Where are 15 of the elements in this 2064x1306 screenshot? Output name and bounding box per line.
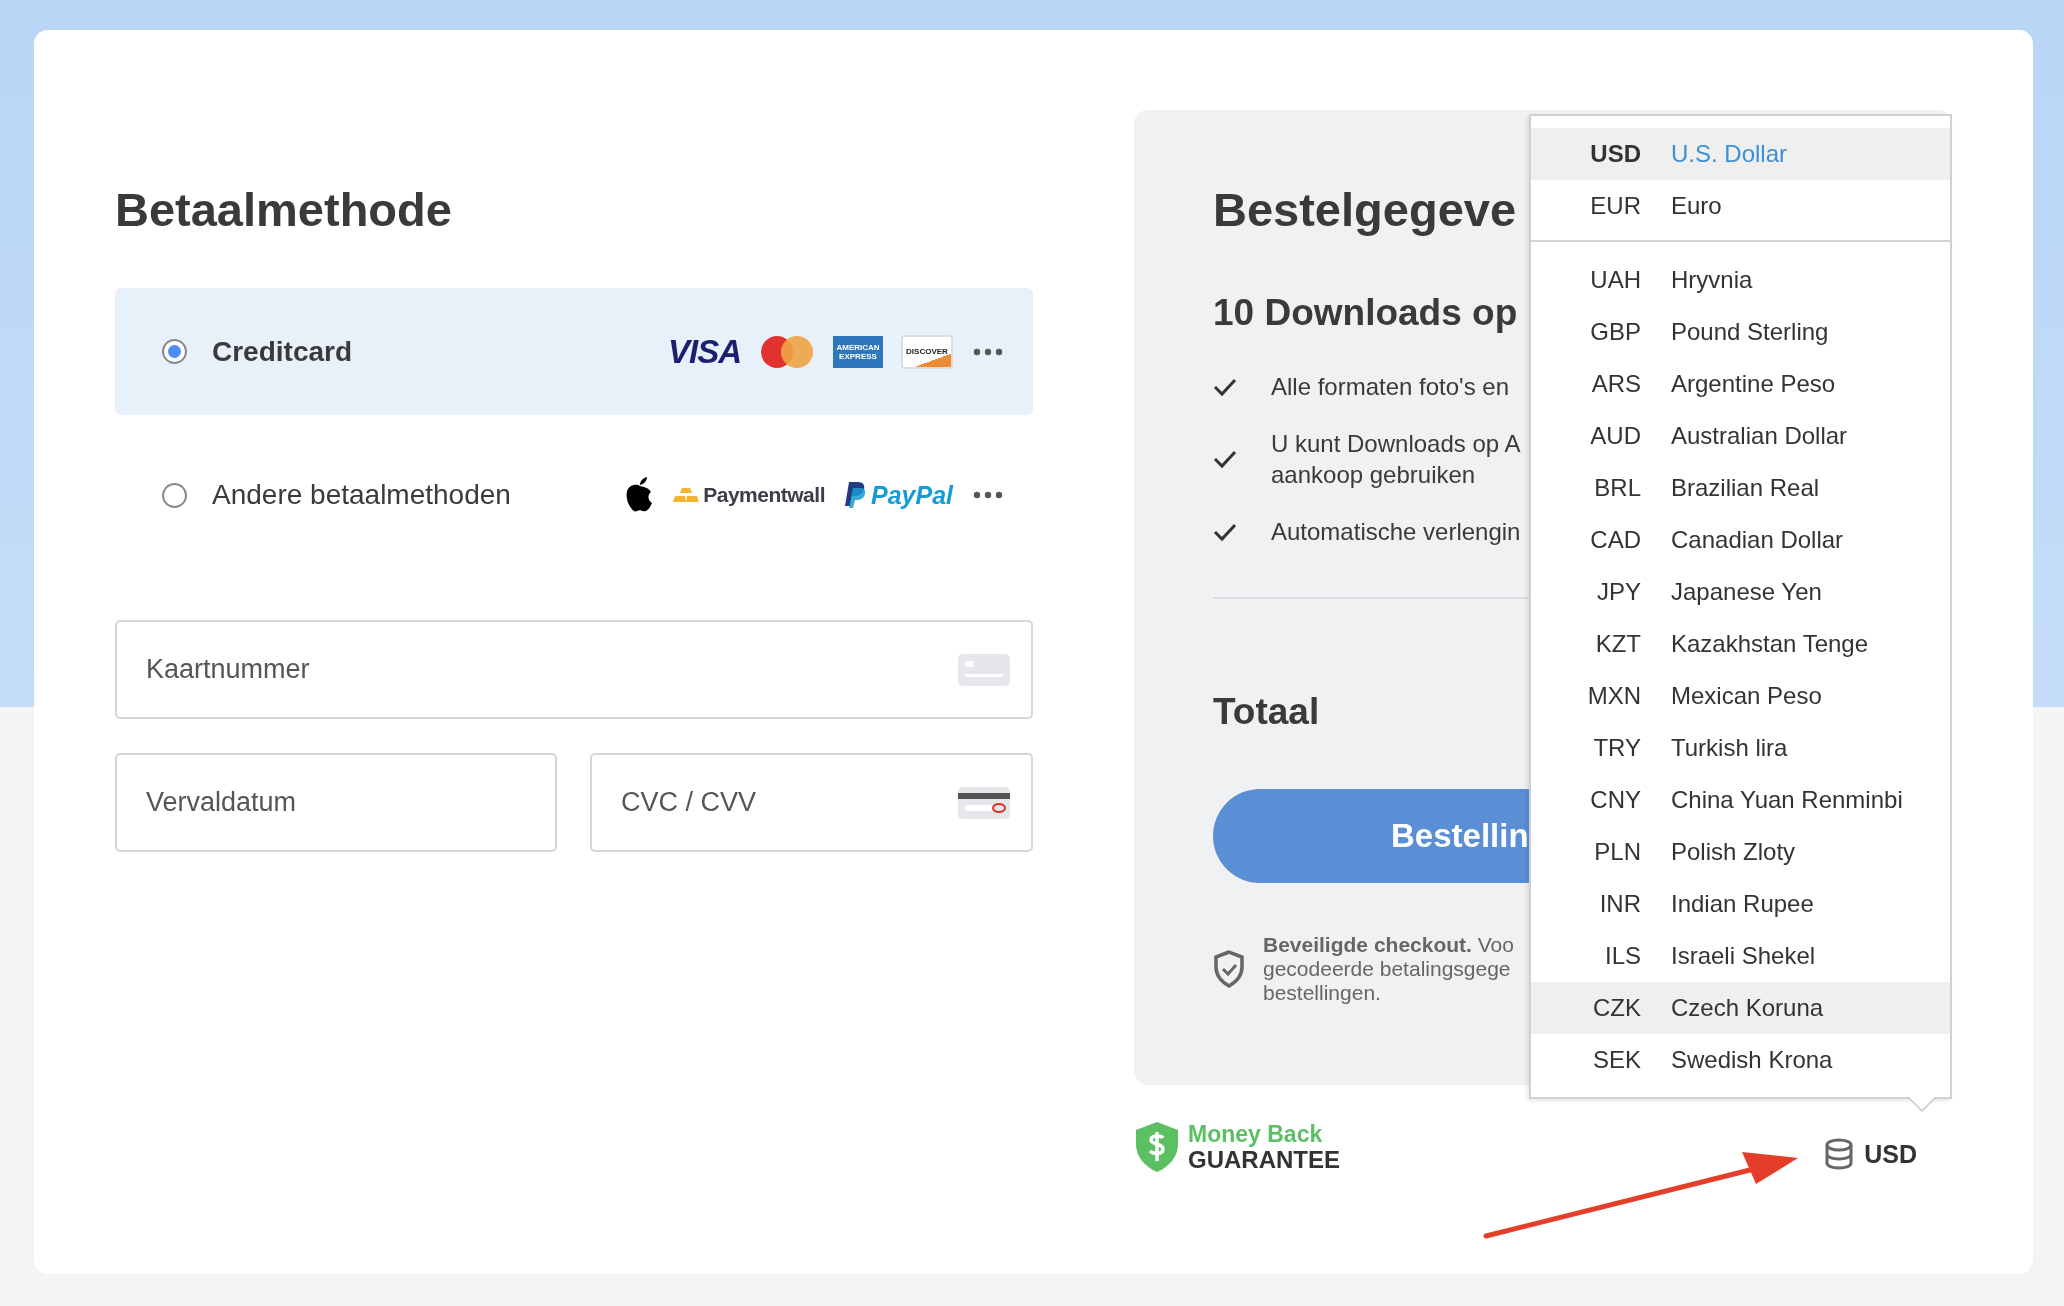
feature-text: U kunt Downloads op A aankoop gebruiken (1271, 429, 1521, 490)
feature-text: Alle formaten foto's en (1271, 372, 1510, 402)
section-title: Betaalmethode (115, 182, 452, 237)
amex-logo: AMERICAN EXPRESS (833, 335, 883, 368)
feature-text: Automatische verlengin (1271, 517, 1521, 547)
guarantee-text: GUARANTEE (1188, 1147, 1340, 1173)
paymentwall-logo: Paymentwall (673, 483, 825, 507)
visa-logo: VISA (667, 332, 741, 371)
money-back-text: Money Back (1188, 1121, 1324, 1147)
paypal-logo: PayPal (843, 480, 953, 510)
total-label: Totaal (1213, 690, 1320, 734)
product-title: 10 Downloads op (1213, 291, 1518, 335)
secure-checkout-text: Beveiligde checkout. Voo gecodeerde betalingsgege bestellingen. (1263, 933, 1514, 1005)
discover-logo: DISCOVER (901, 334, 953, 369)
order-title: Bestelgegeve (1213, 182, 1517, 237)
